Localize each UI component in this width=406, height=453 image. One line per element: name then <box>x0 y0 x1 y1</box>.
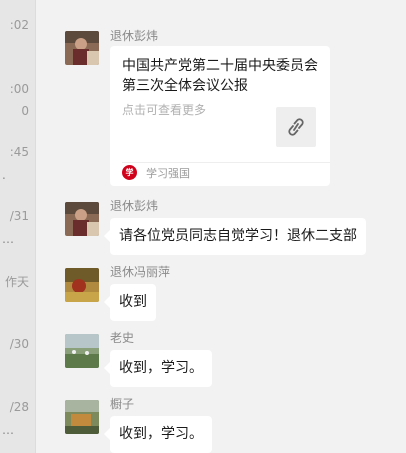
avatar[interactable] <box>65 268 99 302</box>
conversation-time: :02 <box>9 18 29 32</box>
xuexi-logo-icon: 学 <box>122 165 137 180</box>
link-icon <box>288 118 304 136</box>
message-bubble[interactable]: 收到，学习。 <box>104 416 212 453</box>
avatar-photo-icon <box>65 31 99 65</box>
conversation-time: :45 <box>9 145 29 159</box>
avatar[interactable] <box>65 202 99 236</box>
article-view-more: 点击可查看更多 <box>122 103 207 117</box>
message-bubble[interactable]: 收到，学习。 <box>104 350 212 387</box>
message-bubble[interactable]: 请各位党员同志自觉学习！退休二支部 <box>104 218 366 255</box>
conversation-time: /30 <box>9 337 29 351</box>
sender-name: 退休彭炜 <box>110 29 159 43</box>
article-card[interactable]: 中国共产党第二十届中央委员会第三次全体会议公报 点击可查看更多 学 学习强国 <box>110 46 330 186</box>
conversation-preview: . <box>2 168 6 182</box>
conversation-time: :00 <box>9 82 29 96</box>
avatar-photo-icon <box>65 202 99 236</box>
conversation-unread: 0 <box>21 104 29 118</box>
sender-name: 橱子 <box>110 397 135 411</box>
avatar-photo-icon <box>65 268 99 302</box>
sender-name: 老史 <box>110 331 135 345</box>
conversation-preview: … <box>2 232 14 246</box>
avatar[interactable] <box>65 334 99 368</box>
chat-message-area: 退休彭炜 中国共产党第二十届中央委员会第三次全体会议公报 点击可查看更多 学 学… <box>36 0 406 453</box>
article-title: 中国共产党第二十届中央委员会第三次全体会议公报 <box>122 58 318 94</box>
message-bubble[interactable]: 收到 <box>104 284 156 321</box>
avatar[interactable] <box>65 400 99 434</box>
conversation-time: /31 <box>9 209 29 223</box>
conversation-list-edge[interactable]: :02 :00 0 :45 . /31 … 作天 /30 /28 … <box>0 0 36 453</box>
article-thumbnail <box>276 107 316 147</box>
avatar[interactable] <box>65 31 99 65</box>
card-divider <box>122 162 330 163</box>
conversation-time: /28 <box>9 400 29 414</box>
conversation-time: 作天 <box>4 275 29 289</box>
sender-name: 退休彭炜 <box>110 199 159 213</box>
sender-name: 退休冯丽萍 <box>110 265 171 279</box>
source-name: 学习强国 <box>146 167 190 180</box>
avatar-photo-icon <box>65 334 99 368</box>
conversation-preview: … <box>2 423 14 437</box>
avatar-photo-icon <box>65 400 99 434</box>
